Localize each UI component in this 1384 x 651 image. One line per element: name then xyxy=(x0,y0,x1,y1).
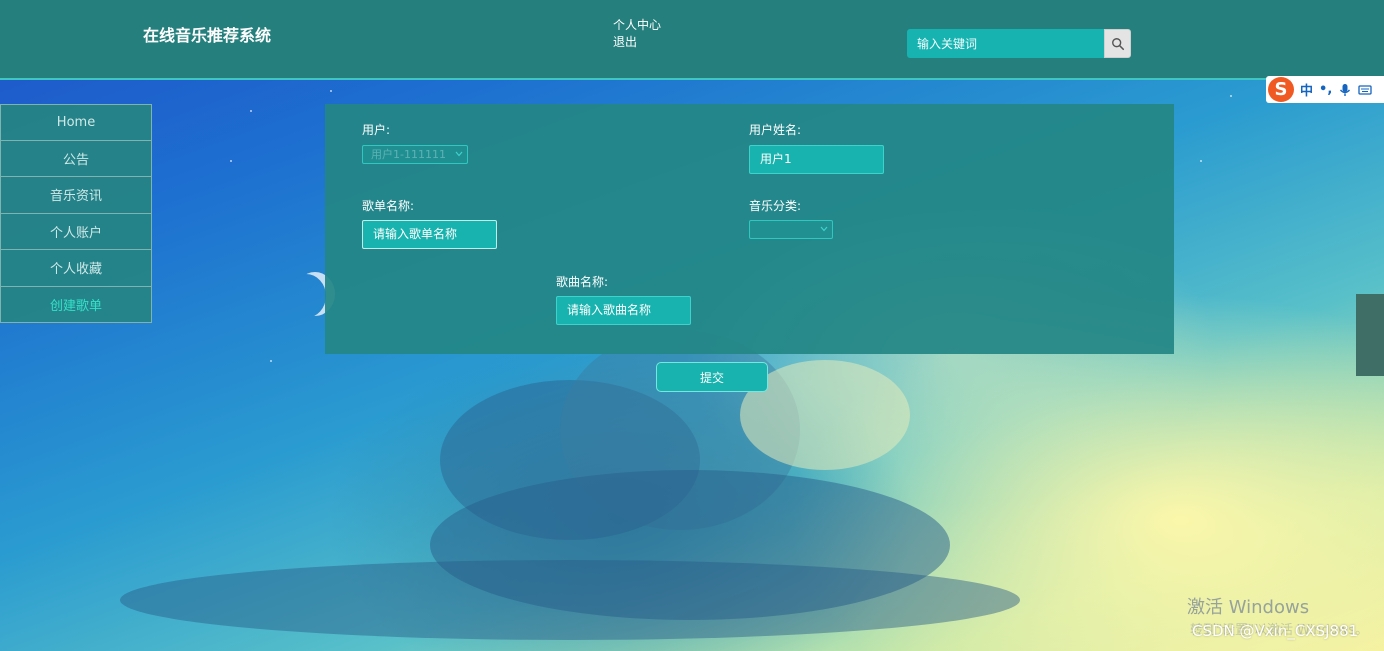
ime-toolbar: S 中 •, xyxy=(1266,76,1384,103)
playlist-name-field[interactable]: 请输入歌单名称 xyxy=(362,220,497,249)
ime-lang-toggle[interactable]: 中 xyxy=(1300,80,1313,99)
playlist-name-label: 歌单名称: xyxy=(362,199,415,213)
microphone-icon[interactable] xyxy=(1338,83,1352,97)
star-decoration xyxy=(230,160,232,162)
sidebar-item-music-news[interactable]: 音乐资讯 xyxy=(0,177,152,214)
sidebar-item-create-playlist[interactable]: 创建歌单 xyxy=(0,286,152,323)
song-name-label: 歌曲名称: xyxy=(556,275,609,289)
search-icon xyxy=(1111,37,1124,50)
chevron-down-icon xyxy=(455,151,463,157)
create-playlist-form: 用户: 用户1-111111 用户姓名: 用户1 歌单名称: 请输入歌单名称 音… xyxy=(325,104,1174,354)
ime-punct-toggle[interactable]: •, xyxy=(1319,82,1332,97)
song-name-field[interactable]: 请输入歌曲名称 xyxy=(556,296,691,325)
star-decoration xyxy=(270,360,272,362)
logout-link[interactable]: 退出 xyxy=(613,34,661,51)
cloud-decoration xyxy=(120,560,1020,640)
user-select[interactable]: 用户1-111111 xyxy=(362,145,468,164)
search-box xyxy=(907,29,1131,58)
windows-activation-title: 激活 Windows xyxy=(1187,597,1310,618)
sidebar-item-favorites[interactable]: 个人收藏 xyxy=(0,250,152,287)
sidebar-nav: Home 公告 音乐资讯 个人账户 个人收藏 创建歌单 xyxy=(0,104,152,323)
keyboard-icon[interactable] xyxy=(1358,83,1372,97)
side-float-tab[interactable] xyxy=(1356,294,1384,376)
site-title: 在线音乐推荐系统 xyxy=(143,26,272,45)
chevron-down-icon xyxy=(820,226,828,232)
sidebar-item-home[interactable]: Home xyxy=(0,104,152,141)
submit-button[interactable]: 提交 xyxy=(656,362,768,392)
user-links: 个人中心 退出 xyxy=(613,17,661,51)
star-decoration xyxy=(1200,160,1202,162)
csdn-watermark: CSDN @Vxin_CXSJ881 xyxy=(1192,622,1359,640)
search-input[interactable] xyxy=(907,29,1104,58)
user-name-field[interactable]: 用户1 xyxy=(749,145,884,174)
star-decoration xyxy=(1230,95,1232,97)
search-button[interactable] xyxy=(1104,29,1131,58)
user-center-link[interactable]: 个人中心 xyxy=(613,17,661,34)
top-header: 在线音乐推荐系统 个人中心 退出 xyxy=(0,0,1384,80)
sogou-logo-icon[interactable]: S xyxy=(1268,77,1294,102)
user-label: 用户: xyxy=(362,123,391,137)
category-label: 音乐分类: xyxy=(749,199,802,213)
category-select[interactable] xyxy=(749,220,833,239)
sidebar-item-notice[interactable]: 公告 xyxy=(0,140,152,177)
moon-decoration xyxy=(286,274,326,318)
user-name-label: 用户姓名: xyxy=(749,123,802,137)
user-select-value: 用户1-111111 xyxy=(371,148,446,161)
star-decoration xyxy=(330,90,332,92)
star-decoration xyxy=(250,110,252,112)
sidebar-item-account[interactable]: 个人账户 xyxy=(0,213,152,250)
